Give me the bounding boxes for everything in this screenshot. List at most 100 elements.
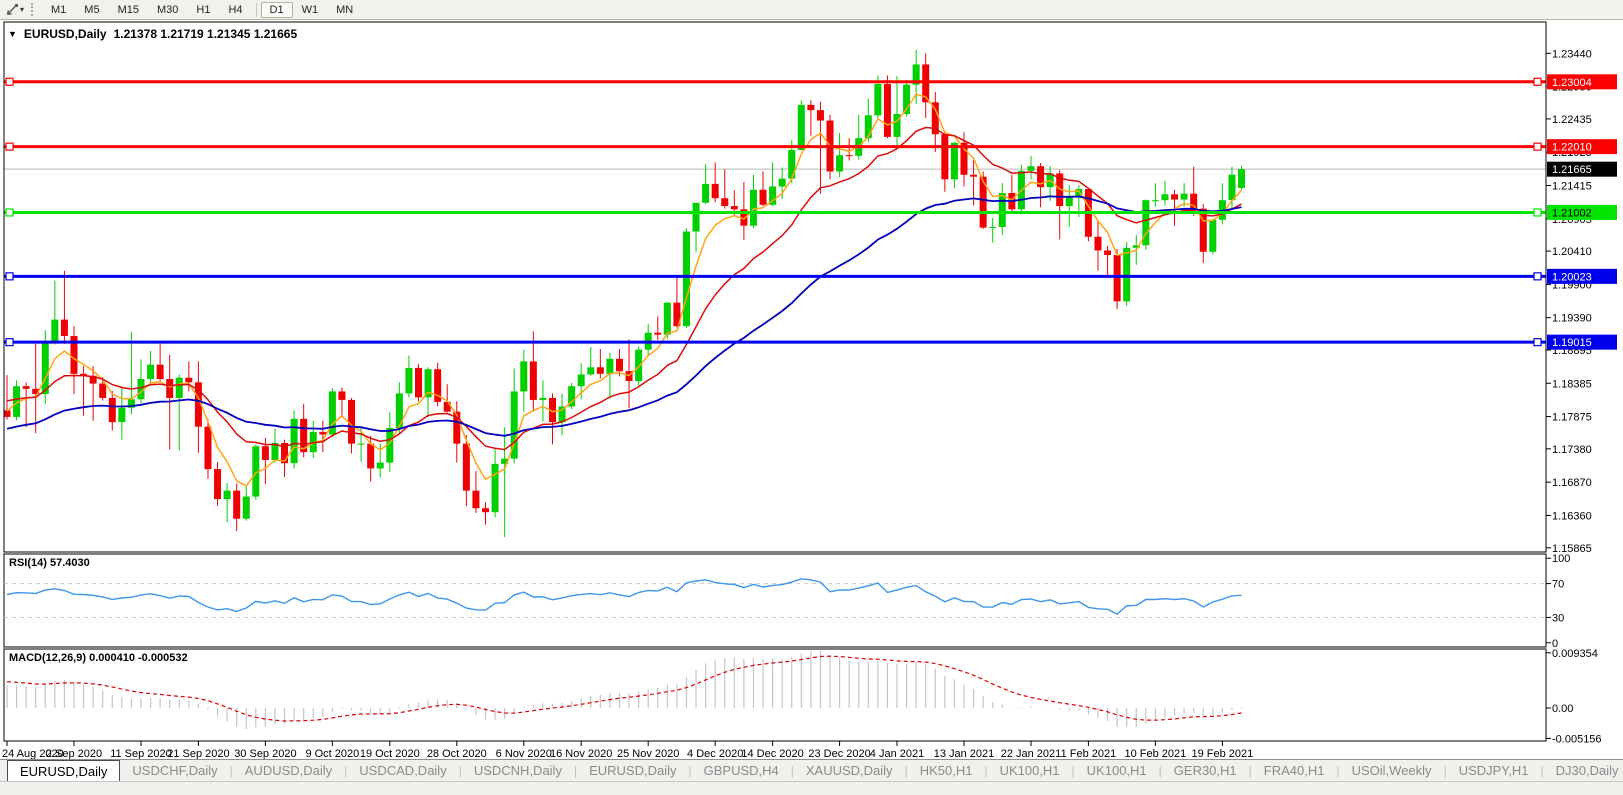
line-handle [1534, 273, 1541, 280]
price-chart-canvas[interactable]: 1.234401.229301.224351.219251.214151.209… [0, 20, 1623, 759]
chart-symbol-period: EURUSD,Daily [24, 27, 107, 41]
price-level-line[interactable] [4, 273, 1546, 280]
timeframe-button-m30[interactable]: M30 [148, 2, 187, 18]
rsi-pane-border [4, 554, 1546, 647]
svg-text:1.23004: 1.23004 [1552, 77, 1592, 89]
date-tick-label: 13 Jan 2021 [934, 748, 995, 759]
toolbar-grip[interactable] [31, 3, 36, 16]
symbol-tab-usoil-weekly[interactable]: USOil,Weekly [1340, 760, 1444, 781]
symbol-tab-ger30-h1[interactable]: GER30,H1 [1162, 760, 1249, 781]
symbol-tab-usdcad-daily[interactable]: USDCAD,Daily [347, 760, 458, 781]
macd-axis-label: -0.005156 [1552, 733, 1602, 745]
moving-average-line-40 [7, 196, 1242, 435]
symbol-tab-usdcnh-daily[interactable]: USDCNH,Daily [462, 760, 574, 781]
cursor-tool-button[interactable]: ▾ [3, 2, 26, 17]
date-axis: 24 Aug 20202 Sep 202011 Sep 202021 Sep 2… [2, 741, 1253, 759]
date-tick-label: 28 Oct 2020 [427, 748, 487, 759]
symbol-tab-hk50-h1[interactable]: HK50,H1 [908, 760, 985, 781]
date-tick-label: 6 Nov 2020 [496, 748, 552, 759]
chart-title: ▼ EURUSD,Daily 1.21378 1.21719 1.21345 1… [8, 27, 297, 41]
svg-text:1.21002: 1.21002 [1552, 207, 1592, 219]
timeframe-button-h1[interactable]: H1 [187, 2, 219, 18]
date-tick-label: 19 Oct 2020 [360, 748, 420, 759]
line-handle [6, 273, 13, 280]
symbol-tab-eurusd-daily[interactable]: EURUSD,Daily [577, 760, 688, 781]
svg-text:1.20023: 1.20023 [1552, 271, 1592, 283]
date-tick-label: 25 Nov 2020 [617, 748, 679, 759]
line-handle [6, 78, 13, 85]
price-level-line[interactable] [4, 339, 1546, 346]
date-tick-label: 22 Jan 2021 [1001, 748, 1062, 759]
price-tick-label: 1.21415 [1552, 181, 1592, 193]
symbol-tab-audusd-daily[interactable]: AUDUSD,Daily [233, 760, 344, 781]
price-tick-label: 1.23440 [1552, 48, 1592, 60]
line-handle [6, 339, 13, 346]
line-handle [1534, 78, 1541, 85]
price-tick-label: 1.17875 [1552, 412, 1592, 424]
date-tick-label: 14 Dec 2020 [741, 748, 803, 759]
date-tick-label: 19 Feb 2021 [1191, 748, 1253, 759]
toolbar-separator [256, 3, 257, 17]
timeframe-button-h4[interactable]: H4 [219, 2, 251, 18]
macd-signal-line [7, 656, 1242, 721]
timeframe-button-d1[interactable]: D1 [261, 2, 293, 18]
price-tick-label: 1.16360 [1552, 510, 1592, 522]
price-tick-label: 1.18385 [1552, 378, 1592, 390]
timeframe-button-m5[interactable]: M5 [75, 2, 108, 18]
top-toolbar: ▾ M1M5M15M30H1H4 D1W1MN [0, 0, 1623, 20]
main-pane-border [4, 22, 1546, 552]
line-handle [1534, 209, 1541, 216]
timeframe-button-m1[interactable]: M1 [42, 2, 75, 18]
date-tick-label: 1 Feb 2021 [1061, 748, 1117, 759]
price-tick-label: 1.17380 [1552, 444, 1592, 456]
date-tick-label: 16 Nov 2020 [550, 748, 612, 759]
symbol-tab-uk100-h1[interactable]: UK100,H1 [1075, 760, 1159, 781]
symbol-tab-uk100-h1[interactable]: UK100,H1 [988, 760, 1072, 781]
symbol-tab-fra40-h1[interactable]: FRA40,H1 [1252, 760, 1337, 781]
macd-axis-label: 0.00 [1552, 703, 1573, 715]
price-tick-label: 1.22435 [1552, 114, 1592, 126]
date-tick-label: 2 Sep 2020 [46, 748, 102, 759]
symbol-tab-gbpusd-h4[interactable]: GBPUSD,H4 [692, 760, 791, 781]
timeframe-button-m15[interactable]: M15 [109, 2, 148, 18]
chart-dropdown-icon[interactable]: ▼ [8, 29, 17, 39]
price-tick-label: 1.16870 [1552, 477, 1592, 489]
svg-text:1.19015: 1.19015 [1552, 337, 1592, 349]
symbol-tab-xauusd-daily[interactable]: XAUUSD,Daily [794, 760, 905, 781]
candlestick-series [4, 50, 1246, 537]
rsi-axis-label: 30 [1552, 612, 1564, 624]
macd-axis-label: 0.009354 [1552, 648, 1598, 660]
cursor-tool-caret-icon[interactable]: ▾ [20, 6, 24, 14]
line-handle [6, 143, 13, 150]
timeframe-button-w1[interactable]: W1 [293, 2, 328, 18]
date-tick-label: 23 Dec 2020 [808, 748, 870, 759]
rsi-indicator-label: RSI(14) 57.4030 [9, 557, 90, 569]
price-tick-label: 1.20410 [1552, 246, 1592, 258]
rsi-axis-label: 100 [1552, 553, 1570, 565]
chart-window: 1.234401.229301.224351.219251.214151.209… [0, 20, 1623, 759]
rsi-line [7, 579, 1242, 614]
status-bar [0, 781, 1623, 795]
date-tick-label: 30 Sep 2020 [234, 748, 296, 759]
rsi-axis-label: 70 [1552, 579, 1564, 591]
price-level-line[interactable] [4, 209, 1546, 216]
date-tick-label: 9 Oct 2020 [305, 748, 359, 759]
timeframe-button-mn[interactable]: MN [327, 2, 362, 18]
line-handle [1534, 339, 1541, 346]
timeframe-button-group: M1M5M15M30H1H4 D1W1MN [42, 2, 362, 18]
symbol-tab-usdjpy-h1[interactable]: USDJPY,H1 [1447, 760, 1541, 781]
symbol-tab-bar: EURUSD,DailyUSDCHF,Daily|AUDUSD,Daily|US… [0, 759, 1623, 781]
price-tick-label: 1.19390 [1552, 313, 1592, 325]
date-tick-label: 11 Sep 2020 [110, 748, 172, 759]
price-level-line[interactable] [4, 78, 1546, 85]
macd-indicator-label: MACD(12,26,9) 0.000410 -0.000532 [9, 652, 188, 664]
symbol-tab-usdchf-daily[interactable]: USDCHF,Daily [120, 760, 229, 781]
symbol-tab-eurusd-daily[interactable]: EURUSD,Daily [7, 760, 120, 781]
date-tick-label: 10 Feb 2021 [1125, 748, 1187, 759]
symbol-tab-dj30-daily[interactable]: DJ30,Daily [1544, 760, 1623, 781]
price-axis: 1.234401.229301.224351.219251.214151.209… [1546, 48, 1617, 745]
crosshair-cursor-icon [5, 2, 19, 17]
price-level-line[interactable] [4, 143, 1546, 150]
line-handle [6, 209, 13, 216]
svg-text:1.22010: 1.22010 [1552, 142, 1592, 154]
